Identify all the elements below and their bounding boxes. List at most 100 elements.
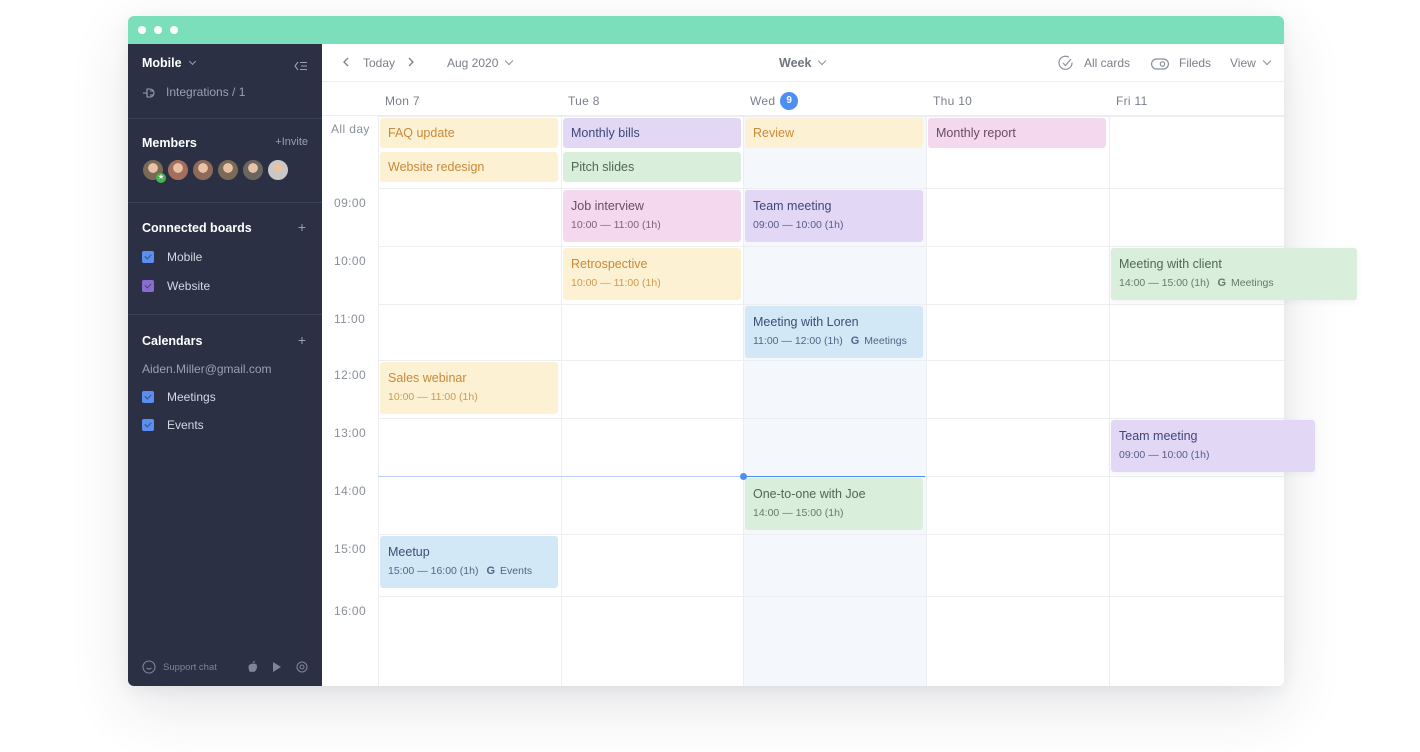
allday-event[interactable]: Review	[745, 118, 923, 148]
calendar-item-meetings[interactable]: Meetings	[142, 390, 216, 404]
avatar[interactable]	[242, 159, 264, 181]
view-menu-button[interactable]: View	[1230, 56, 1272, 70]
event-card[interactable]: Team meeting 09:00 — 10:00 (1h)	[745, 190, 923, 242]
fields-button[interactable]: Fileds	[1151, 56, 1211, 70]
event-title: Meeting with Loren	[753, 315, 859, 329]
allday-event[interactable]: Website redesign	[380, 152, 558, 182]
hour-label: 15:00	[334, 542, 367, 556]
event-card[interactable]: One-to-one with Joe 14:00 — 15:00 (1h)	[745, 478, 923, 530]
event-title: One-to-one with Joe	[753, 487, 866, 501]
current-time-dot	[740, 473, 747, 480]
event-calendar: Meetings	[1231, 277, 1274, 289]
google-icon: G	[850, 335, 860, 347]
members-title: Members	[142, 136, 197, 150]
avatar[interactable]	[192, 159, 214, 181]
chrome-icon[interactable]	[296, 658, 308, 676]
calendar-item-events[interactable]: Events	[142, 418, 204, 432]
toggle-icon	[1151, 56, 1169, 70]
calendar-checkbox-meetings[interactable]	[142, 391, 154, 403]
hour-label: 13:00	[334, 426, 367, 440]
event-card[interactable]: Team meeting 09:00 — 10:00 (1h)	[1111, 420, 1315, 472]
add-board-button[interactable]: +	[298, 219, 306, 235]
event-title: Monthly report	[936, 126, 1016, 140]
workspace-section: Mobile Integrations / 1	[128, 44, 322, 119]
workspace-name: Mobile	[142, 56, 182, 70]
month-label: Aug 2020	[447, 56, 499, 70]
event-title: FAQ update	[388, 126, 455, 140]
event-card[interactable]: Meetup 15:00 — 16:00 (1h) G Events	[380, 536, 558, 588]
board-label: Website	[167, 279, 211, 293]
avatar[interactable]	[217, 159, 239, 181]
google-play-icon[interactable]	[272, 658, 282, 676]
event-title: Meetup	[388, 545, 430, 559]
event-title: Job interview	[571, 199, 644, 213]
calendar-label: Meetings	[167, 390, 216, 404]
hour-label: 12:00	[334, 368, 367, 382]
members-section: Members +Invite ★	[128, 119, 322, 203]
allday-event[interactable]: Pitch slides	[563, 152, 741, 182]
board-item-website[interactable]: Website	[142, 279, 210, 293]
allday-event[interactable]: Monthly report	[928, 118, 1106, 148]
window-dot-maximize[interactable]	[170, 26, 178, 34]
allday-event[interactable]: Monthly bills	[563, 118, 741, 148]
event-card[interactable]: Meeting with client 14:00 — 15:00 (1h) G Me…	[1111, 248, 1357, 300]
support-chat-link[interactable]: Support chat	[163, 662, 217, 673]
grid-line	[378, 360, 1284, 361]
allday-event[interactable]: FAQ update	[380, 118, 558, 148]
apple-icon[interactable]	[248, 658, 258, 676]
board-checkbox-mobile[interactable]	[142, 251, 154, 263]
event-meta: 10:00 — 11:00 (1h)	[388, 391, 550, 403]
day-header[interactable]: Mon 7	[385, 94, 420, 108]
calendar-label: Events	[167, 418, 204, 432]
prev-week-button[interactable]	[342, 57, 350, 67]
month-picker[interactable]: Aug 2020	[447, 56, 514, 70]
account-email: Aiden.Miller@gmail.com	[142, 362, 272, 376]
event-title: Team meeting	[753, 199, 832, 213]
day-header[interactable]: Wed 9	[750, 92, 799, 110]
workspace-switcher[interactable]: Mobile	[142, 56, 196, 70]
sidebar-footer: Support chat	[142, 658, 308, 676]
hour-label: 10:00	[334, 254, 367, 268]
day-header[interactable]: Fri 11	[1116, 94, 1148, 108]
day-header[interactable]: Thu 10	[933, 94, 972, 108]
window-dot-close[interactable]	[138, 26, 146, 34]
invite-button[interactable]: +Invite	[275, 136, 308, 148]
day-label: Fri 11	[1116, 94, 1148, 108]
event-calendar: Meetings	[864, 335, 907, 347]
event-meta: 09:00 — 10:00 (1h)	[1119, 449, 1307, 461]
admin-badge-icon: ★	[156, 173, 166, 183]
grid-line	[378, 246, 1284, 247]
day-label: Thu 10	[933, 94, 973, 108]
day-label: Mon 7	[385, 94, 420, 108]
event-card[interactable]: Retrospective 10:00 — 11:00 (1h)	[563, 248, 741, 300]
event-card[interactable]: Sales webinar 10:00 — 11:00 (1h)	[380, 362, 558, 414]
window-dot-minimize[interactable]	[154, 26, 162, 34]
day-column[interactable]	[1109, 116, 1285, 686]
event-card[interactable]: Job interview 10:00 — 11:00 (1h)	[563, 190, 741, 242]
event-card[interactable]: Meeting with Loren 11:00 — 12:00 (1h) G Mee…	[745, 306, 923, 358]
event-time: 09:00 — 10:00 (1h)	[753, 219, 844, 231]
add-calendar-button[interactable]: +	[298, 332, 306, 348]
avatar[interactable]	[167, 159, 189, 181]
event-title: Pitch slides	[571, 160, 635, 174]
collapse-sidebar-icon[interactable]	[294, 57, 308, 75]
today-button[interactable]: Today	[363, 56, 395, 70]
event-time: 15:00 — 16:00 (1h)	[388, 565, 479, 577]
view-mode-select[interactable]: Week	[779, 56, 827, 70]
board-checkbox-website[interactable]	[142, 280, 154, 292]
next-week-button[interactable]	[407, 57, 415, 67]
calendar-checkbox-events[interactable]	[142, 419, 154, 431]
integrations-link[interactable]: Integrations / 1	[142, 85, 245, 99]
event-time: 09:00 — 10:00 (1h)	[1119, 449, 1210, 461]
avatar[interactable]: ★	[142, 159, 166, 183]
event-time: 10:00 — 11:00 (1h)	[388, 391, 478, 403]
board-item-mobile[interactable]: Mobile	[142, 250, 202, 264]
chat-icon	[142, 658, 156, 676]
day-column[interactable]	[926, 116, 1109, 686]
event-meta: 14:00 — 15:00 (1h)	[753, 507, 915, 519]
event-meta: 09:00 — 10:00 (1h)	[753, 219, 915, 231]
day-header[interactable]: Tue 8	[568, 94, 600, 108]
all-cards-button[interactable]: All cards	[1058, 55, 1130, 71]
avatar[interactable]	[267, 159, 289, 181]
event-time: 10:00 — 11:00 (1h)	[571, 219, 661, 231]
